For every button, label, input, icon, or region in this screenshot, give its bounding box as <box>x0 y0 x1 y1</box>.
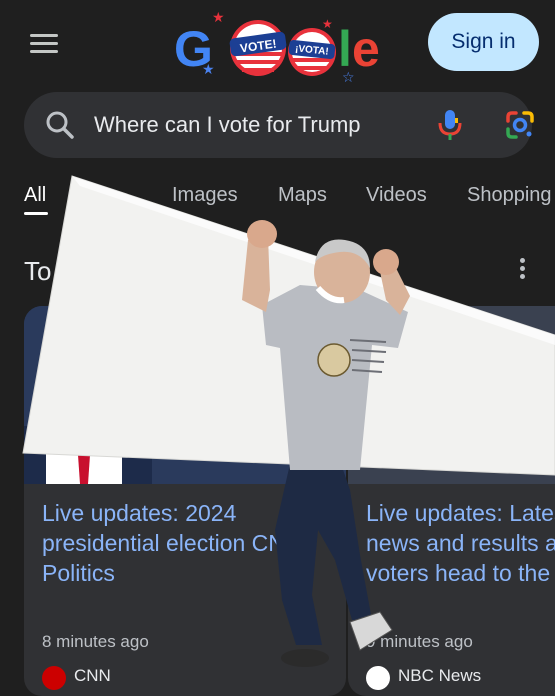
hamburger-line <box>30 42 58 45</box>
active-tab-indicator <box>24 212 48 215</box>
news-card-time: 8 minutes ago <box>42 632 149 651</box>
hamburger-line <box>30 50 58 53</box>
search-bar[interactable]: Where can I vote for Trump <box>24 92 534 158</box>
nbc-logo-icon <box>366 666 390 690</box>
search-icon[interactable] <box>44 109 76 141</box>
google-doodle-logo[interactable]: ★ ★ ★ ☆ G VOTE! ¡VOTA! l e <box>172 8 387 86</box>
news-card-source: NBC News <box>398 666 482 685</box>
news-card-title[interactable]: Live updates: 2024 presidential election… <box>42 498 342 588</box>
svg-text:★: ★ <box>212 10 225 26</box>
news-card-cnn[interactable]: Live updates: 2024 presidential election… <box>24 306 346 696</box>
mic-icon[interactable] <box>434 108 466 142</box>
cnn-logo-icon <box>42 666 66 690</box>
hamburger-line <box>30 34 58 37</box>
svg-text:G: G <box>174 21 213 77</box>
google-lens-icon[interactable] <box>504 109 536 141</box>
tab-videos[interactable]: Videos <box>366 184 427 207</box>
tab-shopping[interactable]: Shopping <box>467 184 552 207</box>
tab-all[interactable]: All <box>24 184 46 207</box>
news-card-time: 9 minutes ago <box>366 632 473 651</box>
news-card-source: CNN <box>74 666 111 685</box>
news-card-nbc[interactable]: Live updates: Latest news and results as… <box>348 306 555 696</box>
news-thumbnail <box>348 306 555 484</box>
tab-images[interactable]: Images <box>172 184 238 207</box>
news-card-title[interactable]: Live updates: Latest news and results as… <box>366 498 555 588</box>
main-menu-button[interactable] <box>30 34 58 54</box>
search-input[interactable]: Where can I vote for Trump <box>94 112 412 140</box>
doodle-graphic: ★ ★ ★ ☆ G VOTE! ¡VOTA! l e <box>174 10 380 86</box>
svg-text:★: ★ <box>322 17 333 31</box>
more-options-icon[interactable] <box>514 258 532 280</box>
sign-in-button[interactable]: Sign in <box>428 13 539 71</box>
news-thumbnail <box>24 306 346 484</box>
svg-text:e: e <box>352 21 380 77</box>
thumbnail-graphic <box>24 306 346 484</box>
svg-text:l: l <box>338 21 352 77</box>
tab-maps[interactable]: Maps <box>278 184 327 207</box>
top-stories-heading: To <box>24 256 52 286</box>
